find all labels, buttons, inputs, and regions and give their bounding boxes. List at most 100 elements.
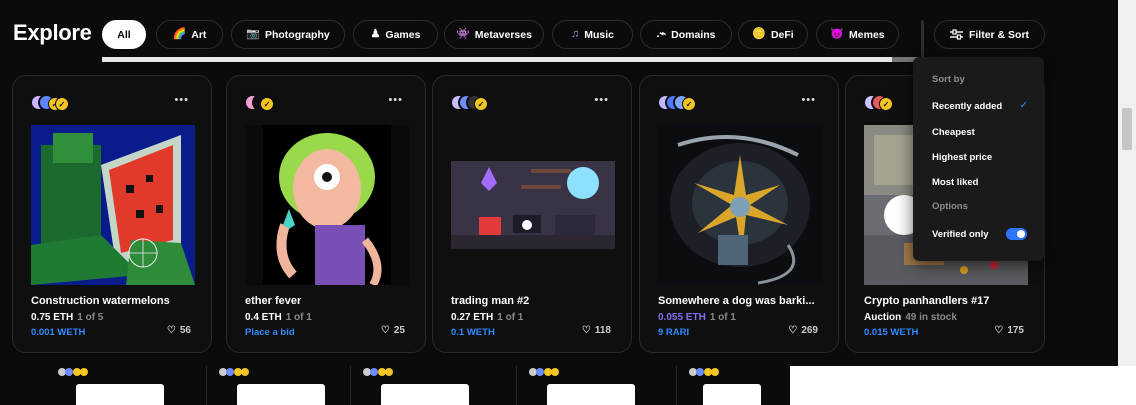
chip-memes[interactable]: 😈 Memes [816,20,899,49]
verified-badge-icon: ✓ [474,97,488,111]
nft-title[interactable]: Construction watermelons [31,295,211,307]
verified-badge-icon: ✓ [55,97,69,111]
nft-card-partial[interactable] [206,366,362,405]
nft-title[interactable]: trading man #2 [451,295,631,307]
like-button[interactable]: ♡ 269 [788,325,818,336]
chip-label: Music [584,28,614,41]
highest-bid[interactable]: 9 RARI [658,327,689,338]
creator-avatars [219,368,249,376]
stock-count: 1 of 1 [709,312,736,323]
more-options-icon[interactable]: ••• [594,94,609,106]
chip-domains[interactable]: .⌁ Domains [640,20,732,49]
nft-card-partial[interactable] [46,366,202,405]
chip-label: All [117,28,131,41]
chip-label: Domains [671,28,716,41]
place-bid-link[interactable]: Place a bid [245,327,295,338]
creator-avatars: ✓ ✓ [30,94,90,112]
nft-card[interactable]: ✓ ••• trading man #2 0.27 ETH 1 of 1 0.1 … [432,75,632,353]
nft-title[interactable]: Somewhere a dog was barki... [658,295,838,307]
sort-option-recently-added[interactable]: Recently added [932,101,1002,112]
creator-avatars: ✓ [244,94,304,112]
heart-icon: ♡ [380,325,390,336]
creator-avatars [58,368,88,376]
like-count: 56 [179,325,191,336]
scrollbar-thumb[interactable] [1122,108,1132,150]
nft-card[interactable]: ✓ ✓ ••• Construction watermelons 0.75 ET… [12,75,212,353]
nft-card-partial[interactable] [350,366,506,405]
sliders-icon [949,29,963,40]
nft-image[interactable] [451,125,615,285]
like-count: 269 [801,325,818,336]
stock-count: 1 of 1 [497,312,524,323]
sort-by-heading: Sort by [932,74,965,85]
chip-label: Art [191,28,207,41]
nft-image[interactable] [658,125,822,285]
price-value: Auction [864,312,902,323]
nft-title[interactable]: Crypto panhandlers #17 [864,295,1044,307]
blank-overlay [790,366,1136,405]
nft-image[interactable] [547,384,635,405]
nft-image[interactable] [703,384,761,405]
stock-count: 49 in stock [905,312,957,323]
more-options-icon[interactable]: ••• [174,94,189,106]
nft-image[interactable] [31,125,195,285]
like-button[interactable]: ♡ 56 [167,325,191,336]
verified-only-label: Verified only [932,229,989,240]
nft-price: 0.27 ETH 1 of 1 [451,312,523,323]
chips-horizontal-scrollbar[interactable] [102,57,920,62]
like-button[interactable]: ♡ 118 [582,325,611,336]
verified-only-toggle[interactable] [1006,228,1027,240]
highest-bid[interactable]: 0.015 WETH [864,327,918,338]
chip-label: DeFi [770,28,794,41]
chip-label: Metaverses [474,28,532,41]
stock-count: 1 of 1 [285,312,312,323]
chip-label: Games [385,28,421,41]
nft-title[interactable]: ether fever [245,295,425,307]
nft-card[interactable]: ✓ ••• ether fever 0.4 ETH 1 of 1 Place a … [226,75,426,353]
chip-photography[interactable]: 📷 Photography [231,20,345,49]
price-value: 0.27 ETH [451,312,494,323]
nft-image[interactable] [381,384,469,405]
chip-games[interactable]: ♟ Games [353,20,438,49]
like-button[interactable]: ♡ 175 [994,325,1024,336]
nft-image[interactable] [245,125,409,285]
highest-bid[interactable]: 0.001 WETH [31,327,85,338]
more-options-icon[interactable]: ••• [388,94,403,106]
chip-label: Memes [849,28,885,41]
scrollbar-thumb[interactable] [102,57,892,62]
chip-art[interactable]: 🌈 Art [156,20,223,49]
sort-option-highest-price[interactable]: Highest price [932,152,992,163]
chip-defi[interactable]: 🪙 DeFi [738,20,808,49]
price-value: 0.055 ETH [658,312,706,323]
nft-image[interactable] [76,384,164,405]
page-vertical-scrollbar[interactable] [1118,0,1136,366]
nft-image[interactable] [237,384,325,405]
more-options-icon[interactable]: ••• [801,94,816,106]
verified-badge-icon: ✓ [260,97,274,111]
nft-card[interactable]: ✓ ••• Somewhere a dog was barki... 0.055… [639,75,839,353]
nft-card-partial[interactable] [516,366,672,405]
like-button[interactable]: ♡ 25 [381,325,405,336]
sort-option-most-liked[interactable]: Most liked [932,177,978,188]
chips-scroll-separator [921,20,924,58]
price-value: 0.4 ETH [245,312,282,323]
game-piece-icon: ♟ [370,28,381,40]
verified-badge-icon: ✓ [879,97,893,111]
heart-icon: ♡ [166,325,176,336]
chip-metaverses[interactable]: 👾 Metaverses [444,20,544,49]
heart-icon: ♡ [788,325,798,336]
highest-bid[interactable]: 0.1 WETH [451,327,495,338]
nft-price: 0.4 ETH 1 of 1 [245,312,312,323]
alien-icon: 👾 [456,28,470,40]
domain-icon: .⌁ [656,28,667,40]
filter-sort-button[interactable]: Filter & Sort [934,20,1045,49]
chip-music[interactable]: ♫ Music [552,20,633,49]
rainbow-icon: 🌈 [172,28,187,40]
chip-all[interactable]: All [102,20,146,49]
price-value: 0.75 ETH [31,312,74,323]
nft-card-partial[interactable] [676,366,790,405]
sort-option-cheapest[interactable]: Cheapest [932,127,975,138]
nft-price: Auction 49 in stock [864,312,957,323]
nft-price: 0.75 ETH 1 of 5 [31,312,103,323]
heart-icon: ♡ [994,325,1004,336]
